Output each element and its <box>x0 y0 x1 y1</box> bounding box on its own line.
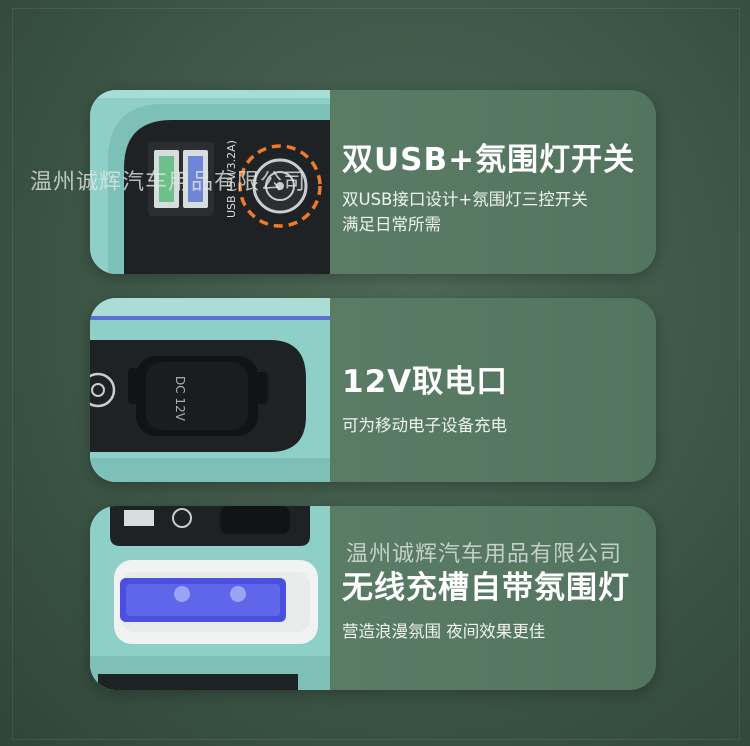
watermark: 温州诚辉汽车用品有限公司 <box>346 542 623 567</box>
feature-description-line: 双USB接口设计+氛围灯三控开关 <box>342 190 588 209</box>
feature-title: 12V取电口 <box>342 364 509 400</box>
wireless-slot-photo <box>90 506 330 690</box>
12v-socket-photo: DC 12V <box>90 298 330 482</box>
feature-description-line: 可为移动电子设备充电 <box>342 416 507 435</box>
feature-card-wireless: 无线充槽自带氛围灯 营造浪漫氛围 夜间效果更佳 <box>90 506 656 690</box>
feature-description-line: 营造浪漫氛围 夜间效果更佳 <box>342 622 546 641</box>
dc-cap-label: DC 12V <box>173 376 187 422</box>
watermark: 温州诚辉汽车用品有限公司 <box>30 170 307 195</box>
feature-title: 无线充槽自带氛围灯 <box>342 570 630 606</box>
feature-title: 双USB+氛围灯开关 <box>342 142 636 178</box>
feature-description-line: 满足日常所需 <box>342 215 441 234</box>
feature-card-12v: DC 12V 12V取电口 可为移动电子设备充电 <box>90 298 656 482</box>
